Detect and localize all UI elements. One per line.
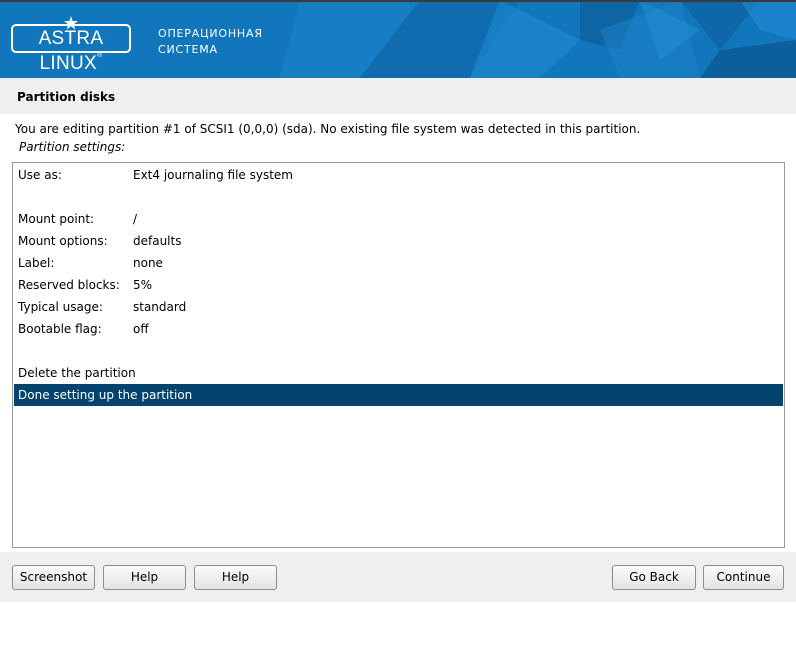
setting-row-mount-point[interactable]: Mount point: / — [14, 208, 783, 230]
partition-settings-list[interactable]: Use as: Ext4 journaling file system Moun… — [12, 162, 785, 548]
setting-row-reserved-blocks[interactable]: Reserved blocks: 5% — [14, 274, 783, 296]
setting-value: / — [133, 212, 138, 226]
action-label: Done setting up the partition — [18, 388, 193, 402]
setting-key: Label: — [18, 256, 55, 270]
setting-key: Use as: — [18, 168, 62, 182]
logo-trademark: ® — [97, 52, 103, 59]
screenshot-button[interactable]: Screenshot — [12, 565, 95, 590]
setting-value: none — [133, 256, 163, 270]
help-button[interactable]: Help — [103, 565, 186, 590]
setting-key: Bootable flag: — [18, 322, 102, 336]
partition-info-text: You are editing partition #1 of SCSI1 (0… — [15, 122, 641, 136]
setting-row-label[interactable]: Label: none — [14, 252, 783, 274]
tagline-line-1: ОПЕРАЦИОННАЯ — [158, 27, 263, 40]
action-done-setting-up[interactable]: Done setting up the partition — [14, 384, 783, 406]
setting-key: Typical usage: — [18, 300, 103, 314]
setting-value: standard — [133, 300, 187, 314]
partition-settings-label: Partition settings: — [19, 140, 126, 154]
button-bar: Screenshot Help Help Go Back Continue — [0, 552, 796, 602]
setting-value: defaults — [133, 234, 182, 248]
continue-button[interactable]: Continue — [703, 565, 784, 590]
action-label: Delete the partition — [18, 366, 136, 380]
setting-key: Mount options: — [18, 234, 108, 248]
go-back-button[interactable]: Go Back — [612, 565, 696, 590]
page-title: Partition disks — [17, 90, 116, 104]
star-icon — [64, 16, 78, 30]
setting-key: Mount point: — [18, 212, 95, 226]
setting-value: Ext4 journaling file system — [133, 168, 293, 182]
action-delete-partition[interactable]: Delete the partition — [14, 362, 783, 384]
setting-value: 5% — [133, 278, 153, 292]
setting-key: Reserved blocks: — [18, 278, 120, 292]
setting-row-typical-usage[interactable]: Typical usage: standard — [14, 296, 783, 318]
banner-tagline: ОПЕРАЦИОННАЯ СИСТЕМА — [158, 26, 263, 58]
setting-row-use-as[interactable]: Use as: Ext4 journaling file system — [14, 164, 783, 186]
top-border — [0, 0, 796, 2]
header-banner: ASTRA LINUX® ОПЕРАЦИОННАЯ СИСТЕМА — [0, 0, 796, 78]
tagline-line-2: СИСТЕМА — [158, 43, 218, 56]
setting-value: off — [133, 322, 149, 336]
setting-row-mount-options[interactable]: Mount options: defaults — [14, 230, 783, 252]
logo-text: ASTRA LINUX — [38, 28, 104, 74]
setting-row-bootable-flag[interactable]: Bootable flag: off — [14, 318, 783, 340]
help-button-secondary[interactable]: Help — [194, 565, 277, 590]
